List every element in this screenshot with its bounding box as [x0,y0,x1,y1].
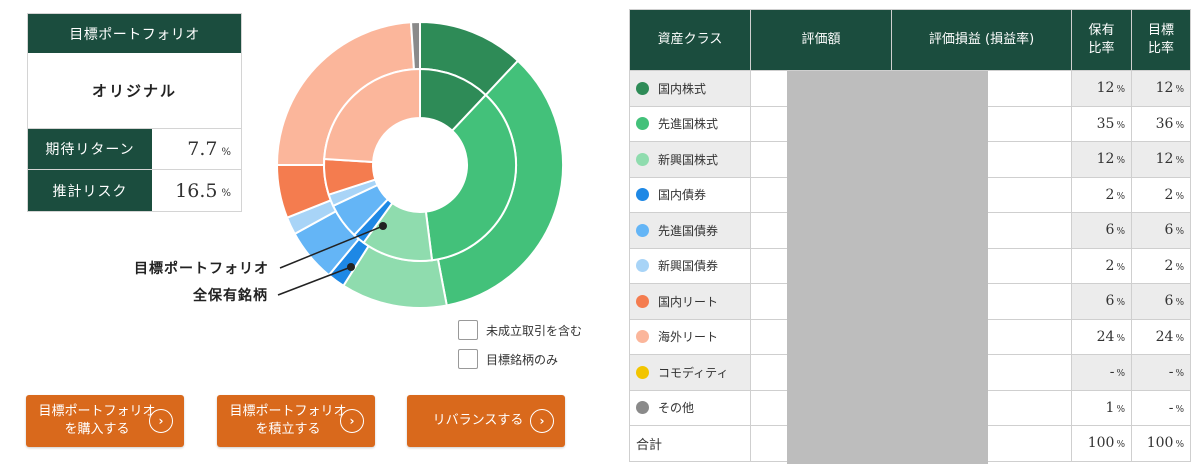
buy-target-portfolio-button[interactable]: 目標ポートフォリオ を購入する › [26,395,184,447]
legend-dot-icon [636,152,649,166]
header-target-ratio: 目標 比率 [1131,9,1191,71]
holding-ratio-cell: 2% [1071,247,1132,284]
target-ratio-cell: 2% [1131,176,1191,213]
header-holding-ratio: 保有 比率 [1071,9,1132,71]
header-profit-loss: 評価損益 (損益率) [891,9,1072,71]
expected-return-value: 7.7% [187,138,231,160]
header-value: 評価額 [750,9,892,71]
holding-ratio-cell: 24% [1071,318,1132,355]
chevron-right-icon: › [149,409,173,433]
holding-ratio-cell: 12% [1071,70,1132,107]
asset-class-name: 新興国株式 [658,152,719,167]
expected-return-label: 期待リターン [28,129,152,169]
header-asset-class: 資産クラス [629,9,751,71]
asset-class-cell: 先進国株式 [629,105,751,142]
holdings-pointer-dot [347,263,355,271]
legend-dot-icon [636,117,649,131]
asset-class-cell: 国内リート [629,283,751,320]
asset-class-cell: その他 [629,389,751,426]
asset-class-cell: 国内債券 [629,176,751,213]
target-ratio-cell: 36% [1131,105,1191,142]
legend-dot-icon [636,188,649,202]
asset-class-name: 国内リート [658,294,719,309]
expected-return-row: 期待リターン 7.7% [28,129,241,170]
asset-class-cell: 先進国債券 [629,212,751,249]
checkbox-label: 未成立取引を含む [486,323,583,338]
asset-class-cell: 海外リート [629,318,751,355]
legend-dot-icon [636,223,649,237]
estimated-risk-label: 推計リスク [28,170,152,211]
checkbox-label: 目標銘柄のみ [486,352,559,367]
holding-ratio-cell: 2% [1071,176,1132,213]
target-only-checkbox[interactable]: 目標銘柄のみ [458,349,558,369]
holding-ratio-cell: -% [1071,354,1132,391]
asset-class-cell: 国内株式 [629,70,751,107]
accumulate-target-portfolio-button[interactable]: 目標ポートフォリオ を積立する › [217,395,375,447]
include-pending-checkbox[interactable]: 未成立取引を含む [458,320,582,340]
legend-dot-icon [636,401,649,415]
target-ring [323,67,517,262]
asset-class-cell: 新興国債券 [629,247,751,284]
asset-class-name: 海外リート [658,330,719,345]
holding-ratio-cell: 6% [1071,212,1132,249]
total-label: 合計 [629,425,751,462]
holdings-ring [275,20,564,309]
target-ratio-cell: 100% [1131,425,1191,462]
target-ratio-cell: -% [1131,354,1191,391]
target-ratio-cell: 6% [1131,283,1191,320]
legend-dot-icon [636,294,649,308]
target-portfolio-label: 目標ポートフォリオ [134,261,269,277]
asset-class-name: 新興国債券 [658,259,719,274]
checkbox-box[interactable] [458,349,478,369]
checkbox-box[interactable] [458,320,478,340]
holding-ratio-cell: 1% [1071,389,1132,426]
redacted-values-block [787,71,988,464]
rebalance-button[interactable]: リバランスする › [407,395,565,447]
asset-class-name: 国内債券 [658,188,707,203]
target-ratio-cell: -% [1131,389,1191,426]
holding-ratio-cell: 100% [1071,425,1132,462]
asset-class-cell: 新興国株式 [629,141,751,178]
asset-class-name: 先進国債券 [658,223,719,238]
chevron-right-icon: › [530,409,554,433]
asset-class-name: コモディティ [658,365,729,380]
asset-class-cell: コモディティ [629,354,751,391]
target-ratio-cell: 12% [1131,141,1191,178]
legend-dot-icon [636,81,649,95]
estimated-risk-row: 推計リスク 16.5% [28,170,241,211]
portfolio-summary-card: 目標ポートフォリオ オリジナル 期待リターン 7.7% 推計リスク 16.5% [27,13,242,212]
target-pointer-dot [379,222,387,230]
portfolio-name: オリジナル [28,53,241,129]
target-ratio-cell: 2% [1131,247,1191,284]
chevron-right-icon: › [340,409,364,433]
all-holdings-label: 全保有銘柄 [193,288,268,304]
asset-class-name: 先進国株式 [658,117,719,132]
holding-ratio-cell: 6% [1071,283,1132,320]
card-header: 目標ポートフォリオ [28,14,241,53]
legend-dot-icon [636,365,649,379]
table-header-row: 資産クラス 評価額 評価損益 (損益率) 保有 比率 目標 比率 [629,9,1191,71]
holding-ratio-cell: 12% [1071,141,1132,178]
asset-class-name: その他 [658,401,695,416]
target-ratio-cell: 6% [1131,212,1191,249]
legend-dot-icon [636,330,649,344]
legend-dot-icon [636,259,649,273]
asset-class-name: 国内株式 [658,81,707,96]
estimated-risk-value: 16.5% [175,179,231,202]
target-ratio-cell: 24% [1131,318,1191,355]
holding-ratio-cell: 35% [1071,105,1132,142]
allocation-donut-chart [275,20,564,309]
target-ratio-cell: 12% [1131,70,1191,107]
